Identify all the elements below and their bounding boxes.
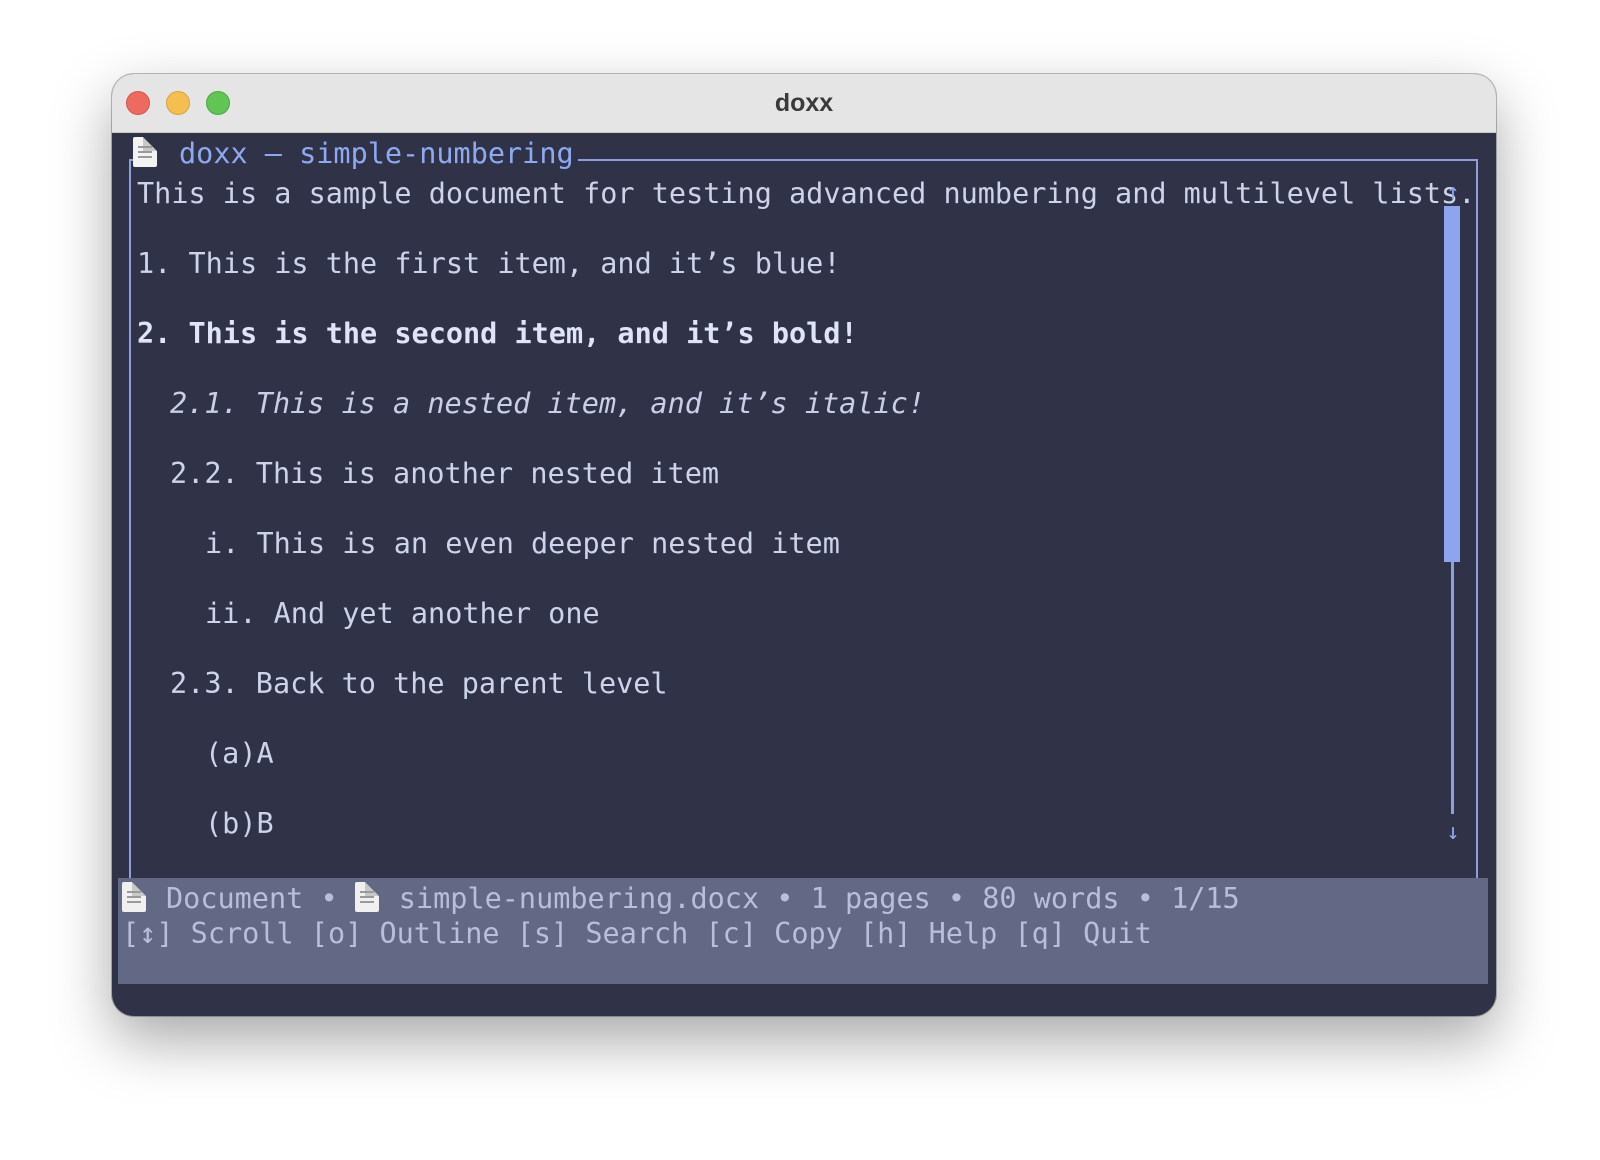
shortcut-copy-label: Copy (774, 917, 843, 950)
status-bar: Document • simple-numbering.docx • 1 pag… (118, 878, 1488, 984)
shortcut-copy-key: [c] (705, 917, 757, 950)
status-position: 1/15 (1171, 882, 1240, 915)
shortcut-help-label: Help (928, 917, 998, 950)
shortcut-search-key: [s] (516, 917, 569, 950)
shortcut-help-key: [h] (859, 917, 912, 950)
shortcut-search-label: Search (585, 917, 689, 950)
document-icon (133, 137, 157, 167)
file-icon (354, 882, 379, 912)
shortcut-quit-key: [q] (1014, 917, 1066, 950)
shortcut-scroll-key: [↕] (122, 917, 174, 950)
status-pages: 1 pages (810, 882, 931, 915)
terminal-area: doxx – simple-numbering This is a sample… (112, 132, 1496, 1016)
status-filename: simple-numbering.docx (398, 882, 760, 915)
shortcut-quit-label: Quit (1083, 917, 1152, 950)
shortcut-scroll-label: Scroll (190, 917, 294, 950)
frame-title: doxx – simple-numbering (133, 134, 578, 174)
scroll-up-arrow-icon[interactable]: ↑ (1442, 182, 1464, 204)
list-item: ii. And yet another one (205, 597, 600, 630)
list-item: 2.2. This is another nested item (170, 457, 720, 490)
terminal-window: doxx doxx – simple-numbering This is a s… (112, 74, 1496, 1016)
list-item: 2. This is the second item, and it’s bol… (137, 317, 858, 350)
scrollbar-thumb[interactable] (1444, 206, 1460, 562)
scroll-down-arrow-icon[interactable]: ↓ (1442, 822, 1464, 844)
status-mode: Document (166, 882, 304, 915)
separator: • (947, 882, 966, 915)
list-item: (b)B (205, 807, 274, 840)
separator: • (776, 882, 794, 915)
list-item: (a)A (205, 737, 274, 770)
shortcut-outline-label: Outline (379, 917, 500, 950)
status-words: 80 words (982, 882, 1120, 915)
title-bar: doxx (112, 74, 1496, 133)
shortcut-hints: [↕] Scroll [o] Outline [s] Search [c] Co… (122, 916, 1152, 952)
shortcut-outline-key: [o] (310, 917, 363, 950)
separator: • (1136, 882, 1154, 915)
list-item: 2.1. This is a nested item, and it’s ita… (170, 387, 925, 420)
list-item: 1. This is the first item, and it’s blue… (137, 247, 841, 280)
separator: • (320, 882, 338, 915)
list-item: 2.3. Back to the parent level (170, 667, 668, 700)
list-item: i. This is an even deeper nested item (205, 527, 840, 560)
status-info: Document • simple-numbering.docx • 1 pag… (122, 881, 1240, 917)
document-icon (122, 882, 146, 912)
window-title: doxx (774, 89, 834, 117)
document-intro: This is a sample document for testing ad… (137, 177, 1476, 210)
frame-title-text: doxx – simple-numbering (179, 137, 574, 170)
